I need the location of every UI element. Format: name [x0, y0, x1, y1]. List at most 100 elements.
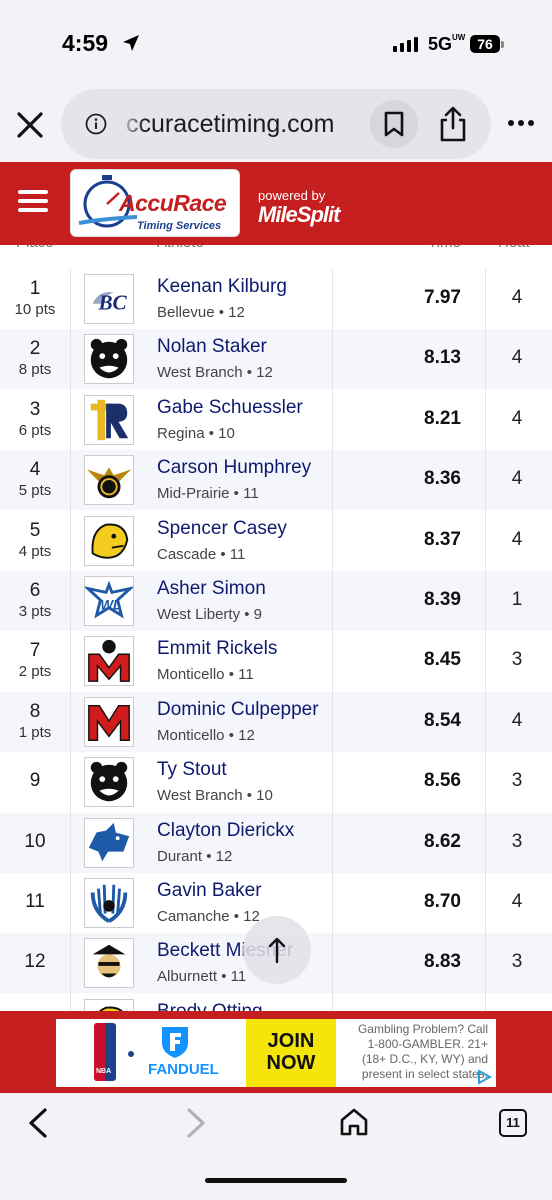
team-logo [84, 878, 134, 928]
place-number: 8 [29, 700, 41, 722]
athlete-name[interactable]: Emmit Rickels [157, 638, 277, 660]
result-time: 8.70 [424, 891, 461, 912]
scroll-to-top-button[interactable] [243, 916, 311, 984]
result-time: 7.97 [424, 287, 461, 308]
heat-number: 1 [511, 589, 523, 610]
table-row[interactable]: 45 pts Carson Humphrey Mid-Prairie • 11 8.3… [0, 450, 552, 511]
table-row[interactable]: 6 3 pts WL Asher Simon West Liberty • 9 8.39 1 [0, 571, 552, 631]
tabs-button[interactable]: 11 [499, 1109, 527, 1137]
athlete-team-grade: Alburnett • 11 [157, 968, 247, 986]
menu-icon[interactable] [18, 190, 48, 214]
url-text[interactable]: ccuracetiming.com [126, 110, 334, 139]
athlete-name[interactable]: Dominic Culpepper [157, 699, 319, 721]
heat-number: 4 [511, 347, 523, 369]
share-icon[interactable] [437, 105, 469, 143]
join-now-button[interactable]: JOIN NOW [246, 1019, 336, 1087]
heat-number: 3 [511, 951, 523, 973]
place-points: 5 pts [18, 482, 52, 500]
athlete-team-grade: Cascade • 11 [157, 545, 246, 563]
athlete-name[interactable]: Carson Humphrey [157, 457, 311, 479]
table-row[interactable]: 1 10 pts BC Keenan Kilburg Bellevue • 12 7.97… [0, 269, 552, 329]
heat-number: 4 [511, 528, 523, 550]
place-points: 3 pts [18, 603, 52, 620]
address-bar[interactable]: ccuracetiming.com [61, 89, 491, 159]
result-time: 8.62 [424, 830, 461, 852]
heat-number: 3 [511, 649, 523, 671]
athlete-name[interactable]: Nolan Staker [157, 336, 267, 358]
milesplit-logo[interactable]: MileSplit [258, 202, 340, 228]
result-time: 8.13 [424, 347, 461, 369]
athlete-name[interactable]: Keenan Kilburg [157, 276, 287, 298]
table-row[interactable]: 72 pts Emmit Rickels Monticello • 11 8.45 3 [0, 631, 552, 691]
heat-number: 4 [511, 891, 523, 912]
place-number: 12 [24, 951, 46, 973]
athlete-name[interactable]: Ty Stout [157, 759, 227, 781]
home-indicator [205, 1178, 347, 1183]
athlete-name[interactable]: Spencer Casey [157, 518, 287, 540]
place-number: 7 [29, 640, 41, 662]
result-time: 8.54 [424, 709, 461, 731]
result-time: 8.36 [424, 468, 461, 490]
place-number: 11 [25, 891, 45, 912]
place-number: 9 [29, 770, 41, 792]
network-type: 5GUW [428, 33, 466, 55]
adchoices-icon[interactable] [476, 1069, 492, 1085]
more-options-icon[interactable] [507, 119, 535, 127]
place-number: 1 [29, 278, 41, 299]
athlete-name[interactable]: Clayton Dierickx [157, 820, 294, 842]
heat-number: 3 [511, 830, 523, 852]
home-icon[interactable] [339, 1107, 369, 1137]
result-time: 8.45 [424, 649, 461, 671]
athlete-name[interactable]: Gabe Schuessler [157, 397, 303, 419]
accurace-logo[interactable]: AccuRace Timing Services [70, 169, 240, 237]
heat-number: 3 [511, 770, 523, 792]
place-points: 6 pts [18, 421, 52, 439]
athlete-team-grade: Camanche • 12 [157, 908, 260, 925]
fanduel-ad[interactable]: NBA FANDUEL JOIN NOW Gambling Problem? C… [56, 1019, 496, 1087]
result-time: 8.83 [424, 951, 461, 973]
column-header-athlete: Athlete [157, 245, 204, 254]
place-points: 8 pts [18, 361, 52, 379]
close-icon[interactable] [15, 110, 45, 140]
forward-arrow-icon[interactable] [184, 1107, 208, 1139]
bookmark-button[interactable] [370, 100, 418, 148]
separator-dot [128, 1051, 134, 1057]
table-row[interactable]: 36 pts Gabe Schuessler Regina • 10 8.21 4 [0, 390, 552, 450]
athlete-team-grade: Regina • 10 [157, 424, 235, 442]
place-number: 6 [29, 580, 41, 601]
location-arrow-icon [123, 35, 139, 51]
table-row[interactable]: 10 Clayton Dierickx Durant • 12 8.62 3 [0, 812, 552, 873]
table-row[interactable]: 9 Ty Stout West Branch • 10 8.56 3 [0, 752, 552, 812]
back-arrow-icon[interactable] [26, 1107, 50, 1139]
results-table: Place Athlete Time Heat 1 10 pts BC Keenan … [0, 245, 552, 1011]
place-points: 2 pts [18, 663, 52, 681]
team-logo [84, 636, 134, 687]
athlete-team-grade: Mid-Prairie • 11 [157, 485, 259, 503]
table-row[interactable]: 28 pts Nolan Staker West Branch • 12 8.13 4 [0, 329, 552, 390]
team-logo [84, 696, 134, 747]
place-number: 4 [29, 459, 41, 481]
team-logo: BC [84, 274, 134, 324]
heat-number: 4 [511, 468, 523, 490]
athlete-name[interactable]: Gavin Baker [157, 880, 262, 902]
place-number: 2 [29, 338, 41, 360]
table-row[interactable]: Brody Otting [0, 994, 552, 1011]
place-number: 3 [29, 398, 41, 420]
status-bar: 4:59 5GUW 76 [0, 0, 552, 88]
result-time: 8.56 [424, 770, 461, 792]
heat-number: 4 [511, 709, 523, 731]
table-row[interactable]: 54 pts Spencer Casey Cascade • 11 8.37 4 [0, 511, 552, 571]
logo-word: AccuRace [119, 190, 227, 216]
table-row[interactable]: 81 pts Dominic Culpepper Monticello • 12 8.… [0, 691, 552, 752]
athlete-name[interactable]: Brody Otting [157, 1001, 263, 1011]
place-points: 1 pts [18, 723, 52, 741]
info-icon[interactable] [85, 113, 107, 135]
heat-number: 4 [511, 407, 523, 429]
bookmark-icon [384, 111, 404, 137]
column-header-time: Time [428, 245, 461, 254]
team-logo [84, 455, 134, 506]
place-number: 10 [24, 830, 46, 852]
athlete-team-grade: West Liberty • 9 [157, 606, 263, 623]
athlete-name[interactable]: Asher Simon [157, 578, 266, 600]
ad-banner: NBA FANDUEL JOIN NOW Gambling Problem? C… [0, 1011, 552, 1093]
